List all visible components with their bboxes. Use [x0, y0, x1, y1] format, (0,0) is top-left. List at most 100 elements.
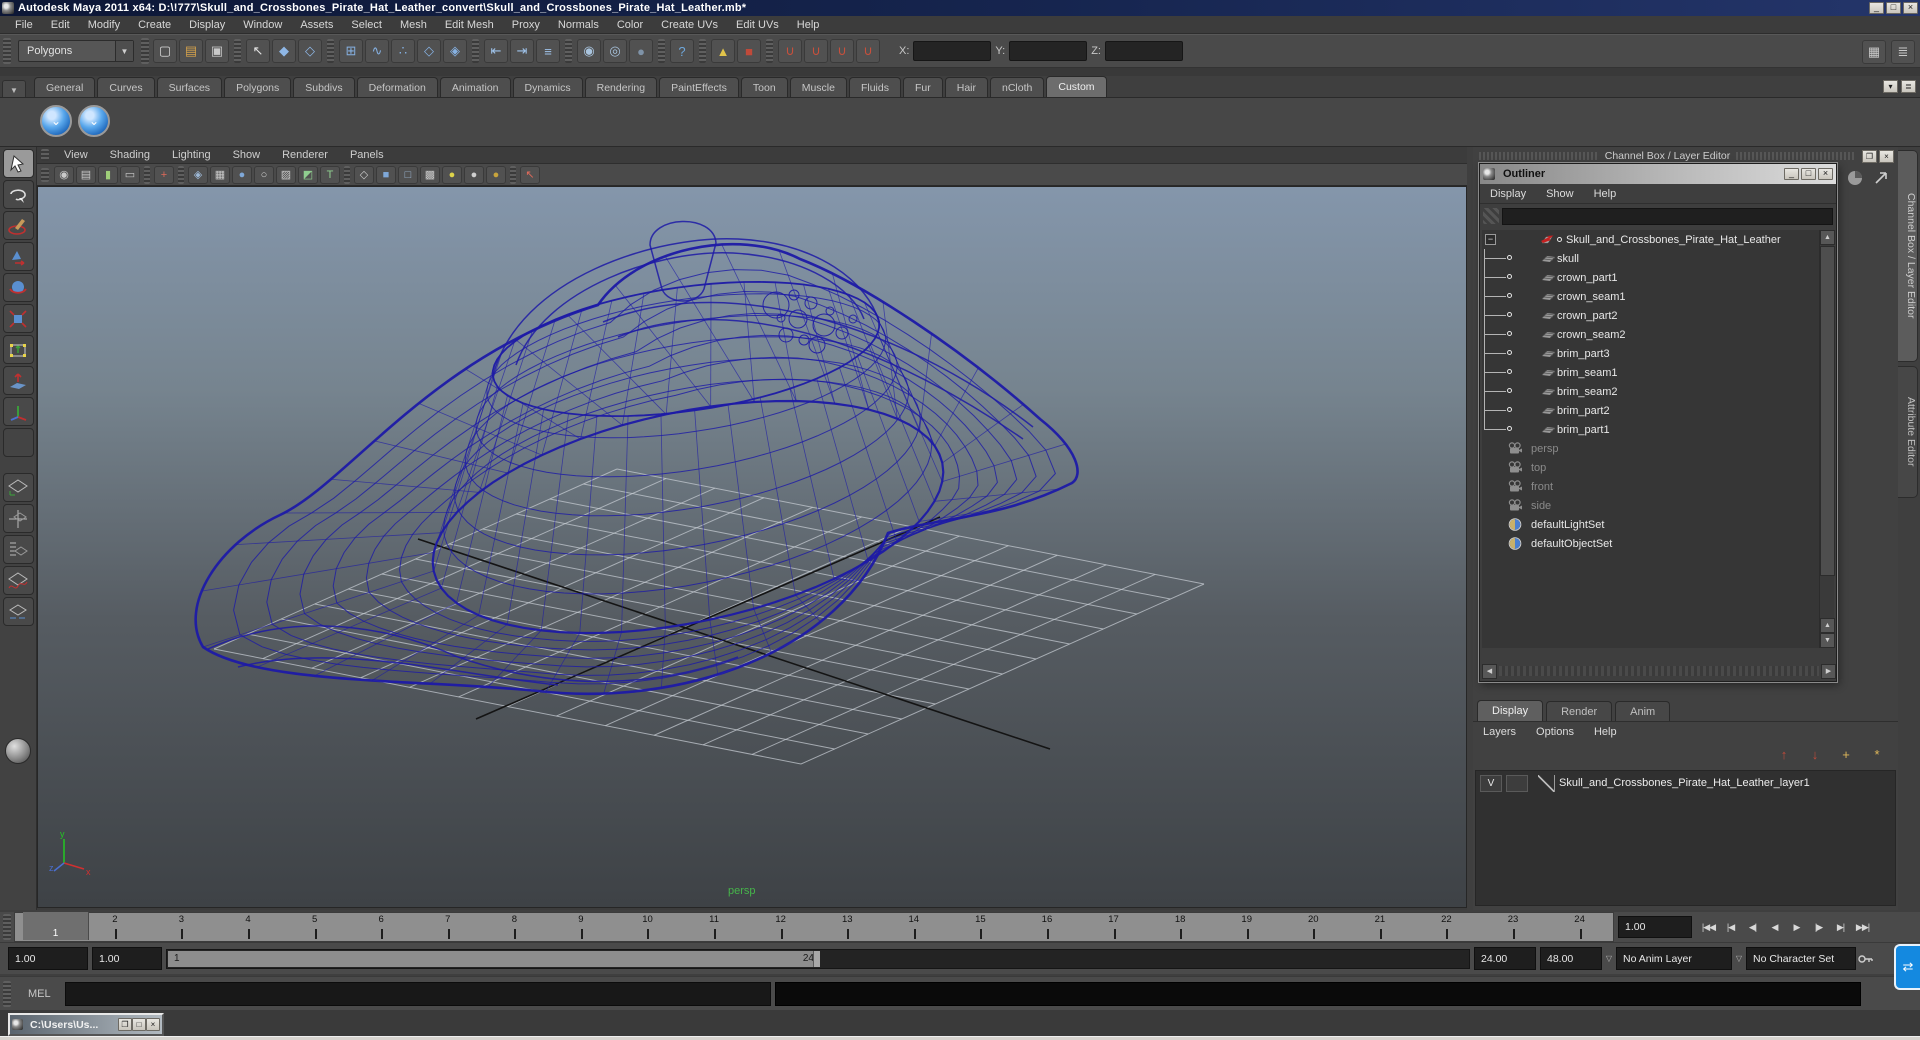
snap-point-icon[interactable]: ∴ [391, 39, 415, 63]
xray-mode-icon[interactable]: ▨ [276, 165, 296, 184]
menu-item[interactable]: Normals [549, 19, 608, 31]
scale-tool[interactable] [2, 304, 34, 333]
grip-handle[interactable] [3, 980, 11, 1007]
layer-move-up-icon[interactable]: ↑ [1772, 744, 1796, 764]
lasso-tool[interactable] [2, 180, 34, 209]
step-forward-frame-button[interactable]: ▶| [1830, 915, 1851, 939]
collapse-expander-icon[interactable]: − [1485, 234, 1496, 245]
timeline-frame[interactable]: 12 [747, 913, 814, 941]
character-set-field[interactable]: No Character Set [1746, 947, 1856, 970]
light-default-icon[interactable]: ● [464, 165, 484, 184]
time-slider[interactable]: 123456789101112131415161718192021222324 [14, 912, 1614, 942]
outliner-item[interactable]: − side [1482, 496, 1819, 515]
select-tool[interactable] [2, 149, 34, 178]
separator[interactable] [510, 165, 516, 184]
shelf-tab[interactable]: Fluids [848, 77, 901, 97]
select-hierarchy-icon[interactable]: ↖ [246, 39, 270, 63]
timeline-frame[interactable]: 9 [548, 913, 615, 941]
layer-menu-item[interactable]: Help [1584, 726, 1627, 738]
outliner-item[interactable]: − brim_part3 [1482, 344, 1819, 363]
snap-magnet-4-icon[interactable]: ∪ [856, 39, 880, 63]
four-view-layout-button[interactable] [2, 504, 34, 533]
outliner-maximize-button[interactable]: □ [1801, 168, 1816, 180]
shelf-tab[interactable]: Animation [439, 77, 511, 97]
range-slider-bar[interactable]: 1 24 [168, 950, 820, 967]
outliner-item[interactable]: − skull [1482, 249, 1819, 268]
select-object-icon[interactable]: ◆ [272, 39, 296, 63]
layer-row[interactable]: V Skull_and_Crossbones_Pirate_Hat_Leathe… [1476, 771, 1895, 795]
separator[interactable] [472, 39, 479, 63]
panel-menu-item[interactable]: View [53, 149, 99, 161]
save-scene-icon[interactable]: ▣ [205, 39, 229, 63]
outliner-menu-item[interactable]: Help [1584, 188, 1627, 200]
move-tool[interactable] [2, 242, 34, 271]
layer-visibility-toggle[interactable]: V [1480, 774, 1502, 792]
image-plane-icon[interactable]: ▭ [120, 165, 140, 184]
menu-item[interactable]: Modify [79, 19, 129, 31]
shelf-tab[interactable]: Rendering [584, 77, 658, 97]
timeline-frame[interactable]: 14 [881, 913, 948, 941]
shelf-editor-icon[interactable]: ▾ [1883, 80, 1898, 93]
panel-grip[interactable] [1736, 152, 1856, 160]
timeline-frame[interactable]: 11 [681, 913, 748, 941]
grip-handle[interactable] [3, 38, 11, 64]
isolate-select-icon[interactable]: ↖ [520, 165, 540, 184]
shelf-item-smooth-1[interactable]: ⌄ [40, 105, 72, 137]
construction-history-icon[interactable]: ≡ [536, 39, 560, 63]
timeline-frame[interactable]: 21 [1347, 913, 1414, 941]
menu-item[interactable]: File [6, 19, 42, 31]
outliner-item[interactable]: − crown_part2 [1482, 306, 1819, 325]
layer-editor-tab[interactable]: Render [1546, 701, 1613, 721]
help-line-icon[interactable]: ? [670, 39, 694, 63]
layer-menu-item[interactable]: Layers [1473, 726, 1526, 738]
play-forwards-button[interactable]: ▶ [1786, 915, 1807, 939]
speed-pie-icon[interactable] [1846, 169, 1864, 187]
close-panel-button[interactable]: × [1879, 149, 1894, 163]
scroll-down-icon[interactable]: ▼ [1820, 633, 1835, 648]
go-to-range-start-button[interactable]: |◀◀ [1698, 915, 1719, 939]
outliner-item[interactable]: − crown_seam1 [1482, 287, 1819, 306]
step-back-frame-button[interactable]: |◀ [1720, 915, 1741, 939]
anim-layer-field[interactable]: No Anim Layer [1616, 947, 1732, 970]
timeline-frame[interactable]: 20 [1280, 913, 1347, 941]
outliner-horizontal-scrollbar[interactable]: ◀ ▶ [1482, 663, 1836, 679]
range-slider-groove[interactable]: 1 24 [166, 948, 1470, 969]
menu-item[interactable]: Mesh [391, 19, 436, 31]
close-button[interactable]: × [1903, 2, 1918, 14]
panel-menu-item[interactable]: Lighting [161, 149, 222, 161]
auto-keyframe-icon[interactable]: ■ [737, 39, 761, 63]
grip-handle[interactable] [3, 914, 11, 940]
range-handle[interactable] [813, 950, 820, 967]
playback-start-field[interactable]: 1.00 [92, 947, 162, 970]
grip-handle[interactable] [141, 38, 149, 64]
outliner-item[interactable]: − persp [1482, 439, 1819, 458]
shelf-tab[interactable]: Muscle [789, 77, 847, 97]
timeline-frame[interactable]: 13 [814, 913, 881, 941]
input-connections-icon[interactable]: ⇤ [484, 39, 508, 63]
hypergraph-arrow-icon[interactable] [1872, 169, 1890, 187]
timeline-frame[interactable]: 8 [481, 913, 548, 941]
rotate-tool[interactable] [2, 273, 34, 302]
selection-mask-dropdown[interactable]: Polygons ▼ [18, 40, 134, 62]
separator[interactable] [565, 39, 572, 63]
scroll-right-icon[interactable]: ▶ [1821, 663, 1836, 679]
shelf-tab[interactable]: PaintEffects [659, 77, 739, 97]
current-time-marker[interactable]: 1 [23, 912, 89, 940]
separator[interactable] [699, 39, 706, 63]
outliner-menu-item[interactable]: Display [1480, 188, 1536, 200]
separator[interactable] [144, 165, 150, 184]
scroll-up-icon[interactable]: ▲ [1820, 230, 1835, 245]
taskitem-restore-button[interactable]: ❐ [118, 1018, 132, 1031]
light-all-icon[interactable]: ● [442, 165, 462, 184]
snap-magnet-2-icon[interactable]: ∪ [804, 39, 828, 63]
universal-manipulator-tool[interactable] [2, 335, 34, 364]
create-layer-from-selected-icon[interactable]: * [1865, 744, 1889, 764]
single-perspective-layout-button[interactable] [2, 473, 34, 502]
create-empty-layer-icon[interactable]: + [1834, 744, 1858, 764]
chevron-down-icon[interactable]: ▽ [1602, 952, 1616, 966]
teamviewer-panel-icon[interactable]: ⇄ [1894, 944, 1920, 990]
timeline-frame[interactable]: 7 [414, 913, 481, 941]
scroll-left-icon[interactable]: ◀ [1482, 663, 1497, 679]
step-forward-key-button[interactable]: |▶ [1808, 915, 1829, 939]
outliner-item[interactable]: − front [1482, 477, 1819, 496]
